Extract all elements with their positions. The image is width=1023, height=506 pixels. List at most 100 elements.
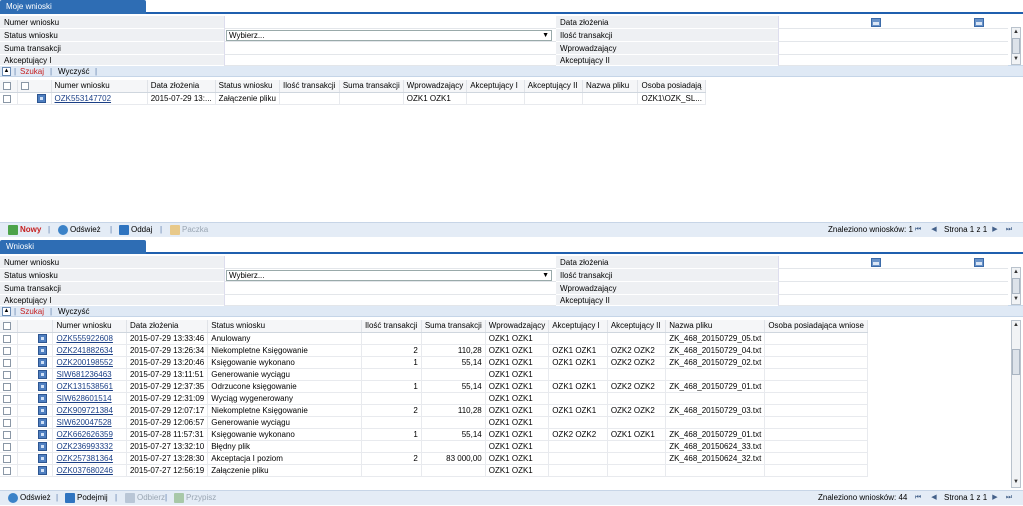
col-status[interactable]: Status wniosku: [215, 80, 281, 93]
filter-status-select[interactable]: Wybierz... ▼: [226, 30, 552, 41]
refresh-button[interactable]: Odśwież: [8, 491, 51, 505]
search-button[interactable]: Szukaj: [20, 66, 44, 77]
table-row[interactable]: OZK257381364 2015-07-27 13:28:30 Akceptacj…: [0, 452, 868, 465]
request-link[interactable]: OZK200198552: [56, 358, 113, 367]
search-button[interactable]: Szukaj: [20, 306, 44, 317]
row-checkbox[interactable]: [3, 430, 11, 439]
next-page-icon[interactable]: ▶: [991, 494, 999, 502]
clear-button[interactable]: Wyczyść: [58, 66, 89, 77]
request-link[interactable]: OZK131538561: [56, 382, 113, 391]
first-page-icon[interactable]: ⏮: [914, 494, 922, 502]
filter-numer-input[interactable]: [224, 256, 556, 269]
last-page-icon[interactable]: ⏭: [1005, 494, 1013, 502]
row-checkbox[interactable]: [3, 454, 11, 463]
col-wprow[interactable]: Wprowadzający: [403, 80, 468, 93]
tab-moje-wnioski[interactable]: Moje wnioski: [0, 0, 146, 14]
calendar-from-icon[interactable]: [871, 18, 881, 27]
row-checkbox[interactable]: [3, 94, 11, 103]
filter-wprow-input[interactable]: [778, 282, 1008, 295]
calendar-to-icon[interactable]: [974, 258, 984, 267]
next-page-icon[interactable]: ▶: [991, 226, 999, 234]
calendar-to-icon[interactable]: [974, 18, 984, 27]
col-plik[interactable]: Nazwa pliku: [582, 80, 639, 93]
return-button[interactable]: Oddaj: [119, 223, 152, 237]
request-link[interactable]: SIW628601514: [56, 394, 111, 403]
filter-data-range[interactable]: [778, 256, 1008, 269]
select-all-checkbox[interactable]: [3, 321, 11, 330]
request-link[interactable]: OZK662626359: [56, 430, 113, 439]
last-page-icon[interactable]: ⏭: [1005, 226, 1013, 234]
table-scrollbar[interactable]: ▲ ▼: [1011, 320, 1021, 488]
table-row[interactable]: OZK037680246 2015-07-27 12:56:19 Załączeni…: [0, 464, 868, 477]
scroll-down-icon[interactable]: ▼: [1012, 295, 1020, 304]
col-status[interactable]: Status wniosku: [207, 320, 362, 333]
request-link[interactable]: OZK257381364: [56, 454, 113, 463]
filters-scrollbar[interactable]: ▲ ▼: [1011, 27, 1021, 65]
table-row[interactable]: SIW681236463 2015-07-29 13:11:51 Generowan…: [0, 368, 868, 381]
row-checkbox[interactable]: [3, 370, 11, 379]
filter-numer-input[interactable]: [224, 16, 556, 29]
filter-akc2-input[interactable]: [778, 295, 1008, 306]
table-row[interactable]: OZK236993332 2015-07-27 13:32:10 Błędny pl…: [0, 440, 868, 453]
request-link[interactable]: OZK909721384: [56, 406, 113, 415]
request-link[interactable]: OZK236993332: [56, 442, 113, 451]
col-akc2[interactable]: Akceptujący II: [607, 320, 667, 333]
request-link[interactable]: SIW681236463: [56, 370, 111, 379]
row-checkbox[interactable]: [3, 418, 11, 427]
col-akc1[interactable]: Akceptujący I: [466, 80, 525, 93]
col-numer[interactable]: Numer wniosku: [51, 80, 148, 93]
scroll-down-icon[interactable]: ▼: [1012, 55, 1020, 64]
header-checkbox[interactable]: [21, 81, 30, 90]
col-suma[interactable]: Suma transakcji: [339, 80, 404, 93]
col-akc1[interactable]: Akceptujący I: [548, 320, 608, 333]
row-checkbox[interactable]: [3, 394, 11, 403]
prev-page-icon[interactable]: ◀: [930, 494, 938, 502]
table-row[interactable]: OZK909721384 2015-07-29 12:07:17 Niekomple…: [0, 404, 868, 417]
col-akc2[interactable]: Akceptujący II: [524, 80, 584, 93]
table-row[interactable]: OZK131538561 2015-07-29 12:37:35 Odrzucone…: [0, 380, 868, 393]
table-row[interactable]: OZK662626359 2015-07-28 11:57:31 Księgowan…: [0, 428, 868, 441]
request-link[interactable]: OZK241882634: [56, 346, 113, 355]
receive-button[interactable]: Odbierz: [125, 491, 165, 505]
clear-button[interactable]: Wyczyść: [58, 306, 89, 317]
col-osoba[interactable]: Osoba posiadająca wniose: [764, 320, 868, 333]
request-link[interactable]: OZK555922608: [56, 334, 113, 343]
row-checkbox[interactable]: [3, 346, 11, 355]
table-row[interactable]: SIW628601514 2015-07-29 12:31:09 Wyciąg wy…: [0, 392, 868, 405]
filter-wprow-input[interactable]: [778, 42, 1008, 55]
col-ilosc[interactable]: Ilość transakcji: [279, 80, 340, 93]
col-data[interactable]: Data złożenia: [147, 80, 216, 93]
row-checkbox[interactable]: [3, 466, 11, 475]
request-link[interactable]: OZK037680246: [56, 466, 113, 475]
col-plik[interactable]: Nazwa pliku: [665, 320, 766, 333]
table-row[interactable]: OZK200198552 2015-07-29 13:20:46 Księgowan…: [0, 356, 868, 369]
filter-akc1-input[interactable]: [224, 55, 556, 66]
filter-data-range[interactable]: [778, 16, 1008, 29]
scroll-up-icon[interactable]: ▲: [1012, 268, 1020, 277]
filters-scrollbar[interactable]: ▲ ▼: [1011, 267, 1021, 305]
col-wprow[interactable]: Wprowadzający: [485, 320, 550, 333]
collapse-icon[interactable]: ▲: [2, 307, 11, 316]
scroll-down-icon[interactable]: ▼: [1012, 478, 1020, 487]
request-link[interactable]: OZK553147702: [55, 94, 112, 103]
collapse-icon[interactable]: ▲: [2, 67, 11, 76]
col-ilosc[interactable]: Ilość transakcji: [361, 320, 422, 333]
filter-ilosc-input[interactable]: [778, 29, 1008, 42]
table-row[interactable]: OZK555922608 2015-07-29 13:33:46 Anulowany…: [0, 332, 868, 345]
scroll-thumb[interactable]: [1012, 278, 1020, 294]
row-checkbox[interactable]: [3, 358, 11, 367]
package-button[interactable]: Paczka: [170, 223, 208, 237]
table-row[interactable]: OZK241882634 2015-07-29 13:26:34 Niekomple…: [0, 344, 868, 357]
assign-button[interactable]: Przypisz: [174, 491, 216, 505]
filter-status-select[interactable]: Wybierz... ▼: [226, 270, 552, 281]
take-button[interactable]: Podejmij: [65, 491, 108, 505]
col-osoba[interactable]: Osoba posiadają: [637, 80, 706, 93]
first-page-icon[interactable]: ⏮: [914, 226, 922, 234]
row-checkbox[interactable]: [3, 442, 11, 451]
row-checkbox[interactable]: [3, 334, 11, 343]
tab-wnioski[interactable]: Wnioski: [0, 240, 146, 254]
filter-suma-input[interactable]: [224, 282, 556, 295]
scroll-up-icon[interactable]: ▲: [1012, 28, 1020, 37]
col-numer[interactable]: Numer wniosku: [52, 320, 127, 333]
col-data[interactable]: Data złożenia: [126, 320, 209, 333]
